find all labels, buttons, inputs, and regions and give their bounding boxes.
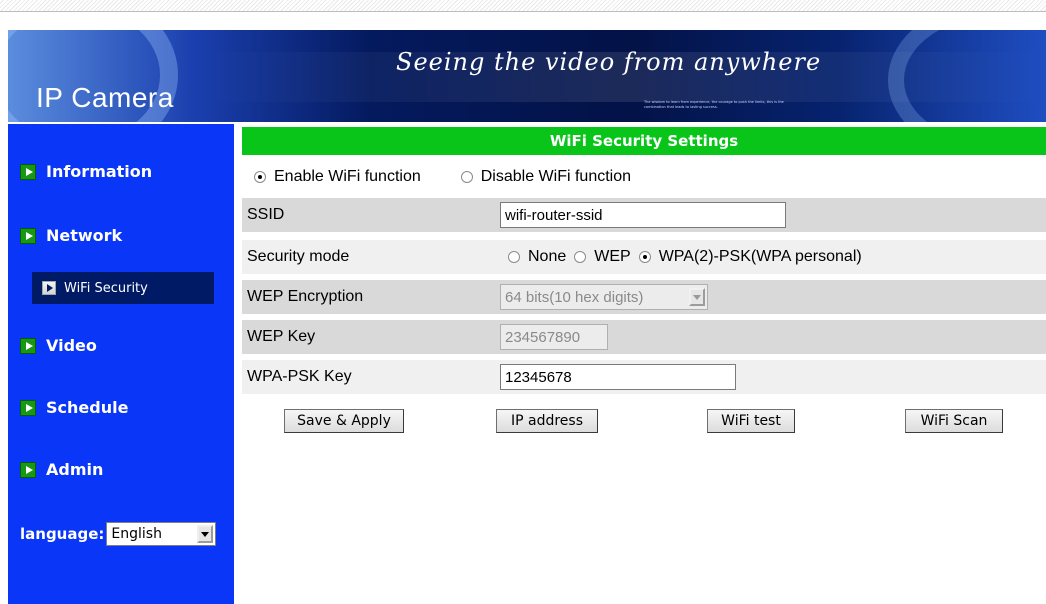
security-none-option[interactable]: None (508, 248, 566, 266)
security-wpa-option[interactable]: WPA(2)-PSK(WPA personal) (638, 248, 862, 266)
sidebar-item-video[interactable]: Video (20, 336, 97, 355)
security-wpa-label: WPA(2)-PSK(WPA personal) (658, 248, 862, 265)
language-value: English (111, 526, 162, 542)
arrow-right-icon (20, 227, 36, 244)
ssid-label: SSID (242, 198, 496, 232)
arrow-right-icon (20, 461, 36, 478)
sidebar-subitem-wifi-security[interactable]: WiFi Security (32, 272, 214, 304)
disable-wifi-radio[interactable] (460, 171, 473, 183)
security-wep-label: WEP (594, 248, 631, 265)
chevron-down-icon[interactable] (197, 525, 214, 543)
wep-encryption-value: 64 bits(10 hex digits) (505, 288, 644, 306)
ssid-row: SSID wifi-router-ssid (242, 198, 1046, 232)
disable-wifi-label: Disable WiFi function (480, 168, 632, 185)
wep-encryption-label: WEP Encryption (242, 280, 496, 314)
sidebar-item-label: Video (46, 336, 97, 355)
page-title: WiFi Security Settings (242, 127, 1046, 155)
wpa-psk-key-row: WPA-PSK Key 12345678 (242, 360, 1046, 394)
language-label: language: (20, 525, 105, 543)
wep-encryption-select[interactable]: 64 bits(10 hex digits) (500, 284, 708, 310)
arrow-right-icon (42, 281, 56, 295)
wpa-psk-key-label: WPA-PSK Key (242, 360, 496, 394)
ssid-input[interactable]: wifi-router-ssid (500, 202, 786, 228)
enable-wifi-option[interactable]: Enable WiFi function (254, 168, 421, 186)
sidebar-item-admin[interactable]: Admin (20, 460, 103, 479)
security-wep-option[interactable]: WEP (574, 248, 631, 266)
security-mode-row: Security mode None WEP WPA(2)-PSK(WPA pe… (242, 240, 1046, 274)
wifi-toggle-row: Enable WiFi function Disable WiFi functi… (242, 160, 1046, 194)
sidebar-subitem-label: WiFi Security (64, 280, 148, 296)
wep-key-input[interactable]: 234567890 (500, 324, 608, 350)
wep-encryption-row: WEP Encryption 64 bits(10 hex digits) (242, 280, 1046, 314)
sidebar-item-label: Schedule (46, 398, 129, 417)
banner-fine-print: The wisdom to learn from experience, the… (644, 100, 784, 109)
wifi-test-button[interactable]: WiFi test (707, 409, 795, 433)
sidebar-item-schedule[interactable]: Schedule (20, 398, 128, 417)
security-mode-label: Security mode (242, 240, 496, 274)
arrow-right-icon (20, 399, 36, 416)
arrow-right-icon (20, 163, 36, 180)
save-apply-button[interactable]: Save & Apply (284, 409, 404, 433)
disable-wifi-option[interactable]: Disable WiFi function (460, 168, 632, 186)
enable-wifi-radio[interactable] (254, 171, 266, 183)
sidebar-item-network[interactable]: Network (20, 226, 122, 245)
header-banner: Seeing the video from anywhere IP Camera… (8, 30, 1046, 122)
language-select[interactable]: English (106, 522, 217, 546)
wep-key-row: WEP Key 234567890 (242, 320, 1046, 354)
sidebar-item-label: Admin (46, 460, 104, 479)
arrow-right-icon (20, 337, 36, 354)
enable-wifi-label: Enable WiFi function (274, 168, 421, 185)
sidebar-item-information[interactable]: Information (20, 162, 152, 181)
logo-text: IP Camera (36, 82, 174, 113)
top-strip (0, 0, 1046, 12)
wep-key-label: WEP Key (242, 320, 496, 354)
banner-slogan: Seeing the video from anywhere (396, 48, 822, 76)
security-none-radio[interactable] (508, 251, 520, 263)
wpa-psk-key-input[interactable]: 12345678 (500, 364, 736, 390)
security-none-label: None (528, 248, 567, 265)
security-wpa-radio[interactable] (638, 251, 651, 263)
sidebar-item-label: Network (46, 226, 123, 245)
security-wep-radio[interactable] (574, 251, 587, 263)
wifi-scan-button[interactable]: WiFi Scan (905, 409, 1003, 433)
sidebar: Information Network WiFi Security Video … (8, 124, 234, 604)
sidebar-item-label: Information (46, 162, 153, 181)
chevron-down-icon[interactable] (689, 288, 705, 306)
language-row: language: English (20, 522, 217, 546)
ip-address-button[interactable]: IP address (496, 409, 598, 433)
